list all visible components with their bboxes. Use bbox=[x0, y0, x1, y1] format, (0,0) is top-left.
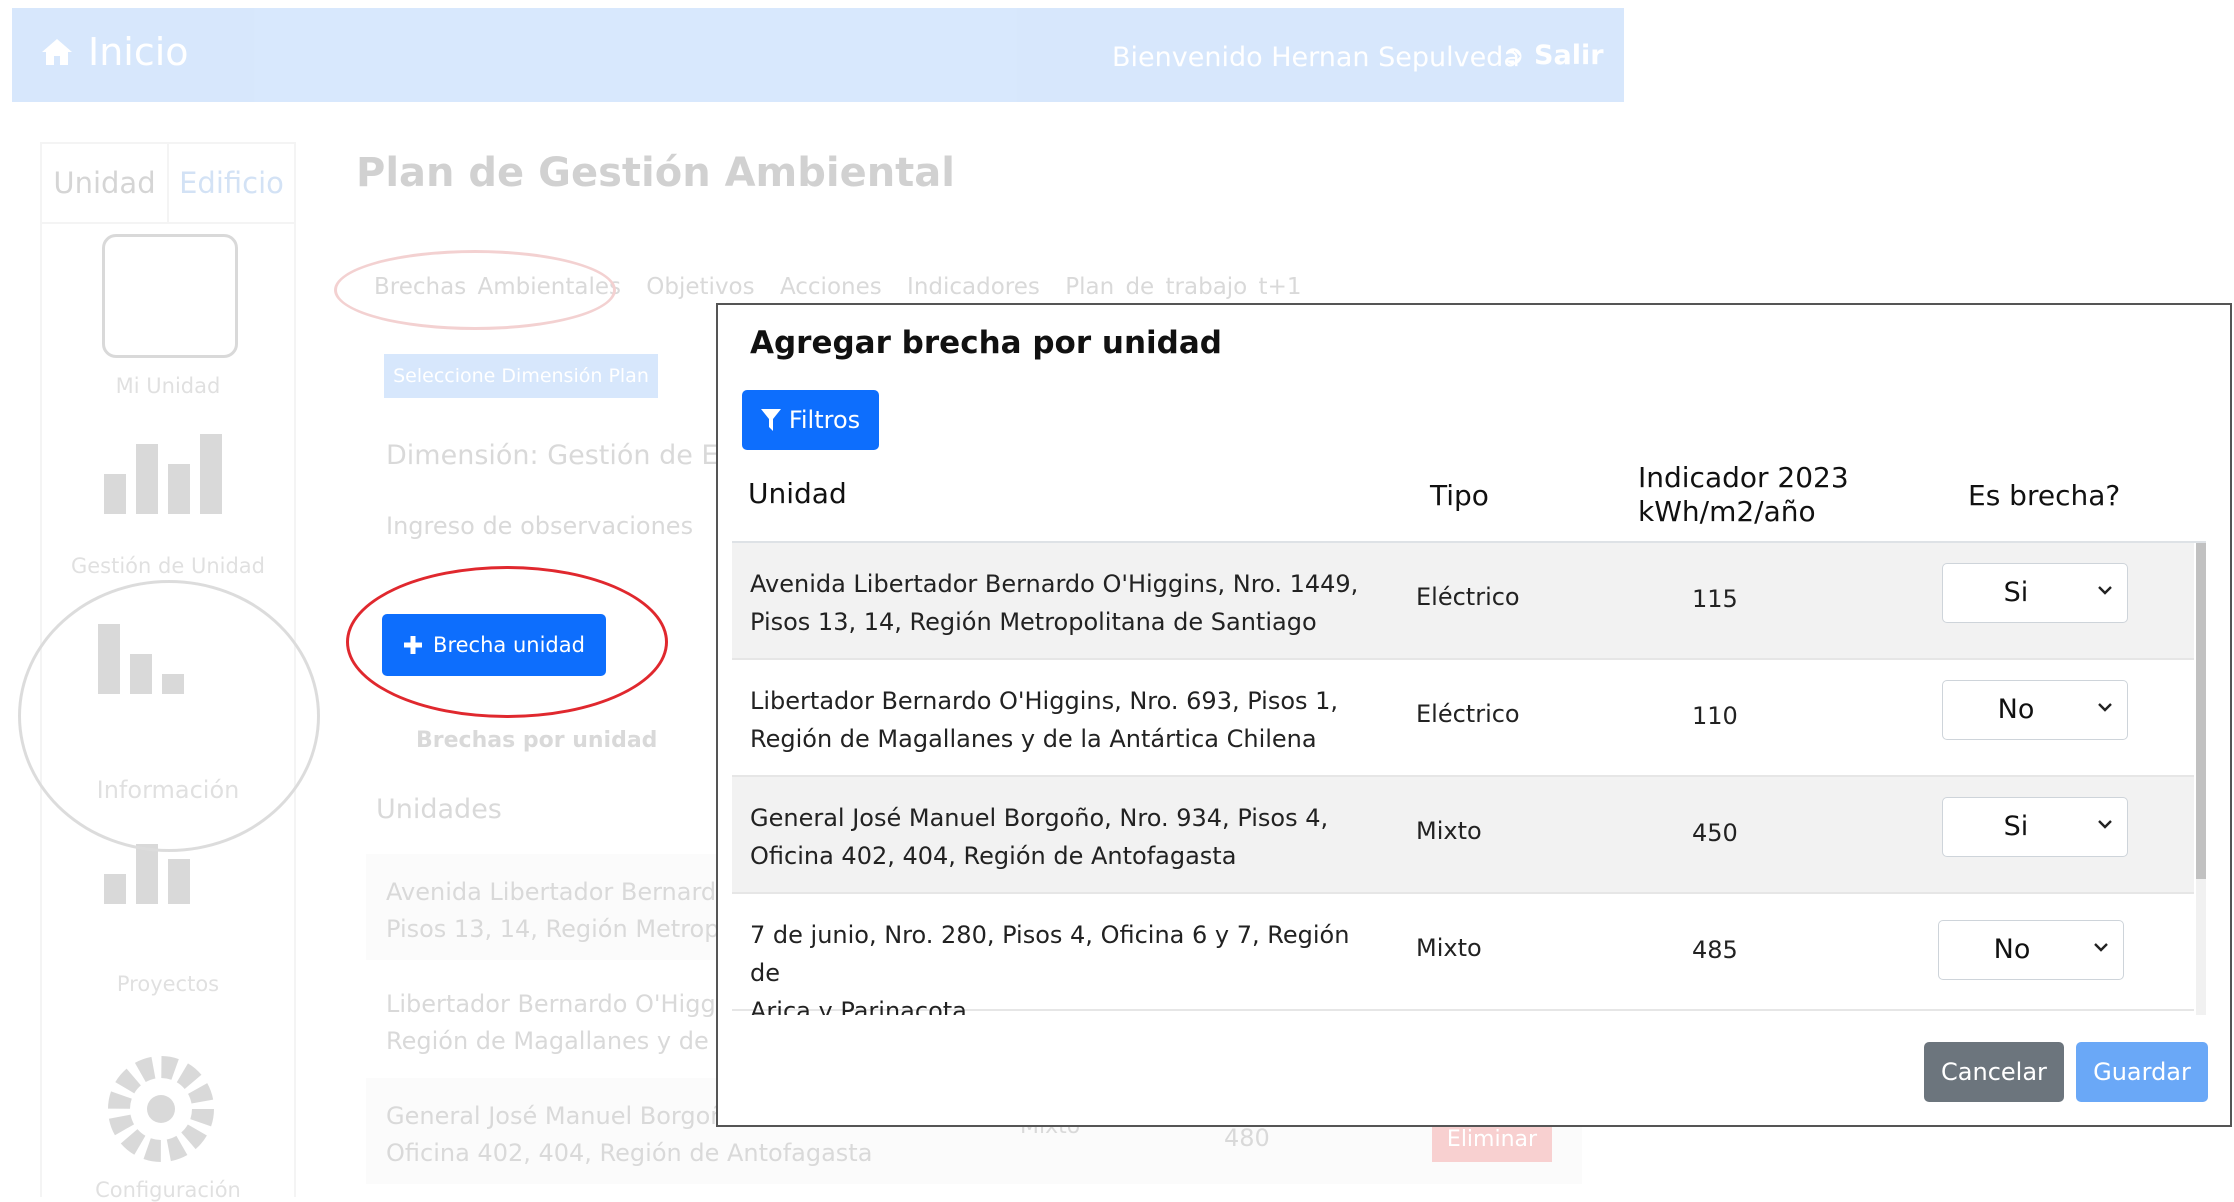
indicator-cell: 110 bbox=[1692, 702, 1738, 730]
sidebar-item-configuracion[interactable]: Configuración bbox=[42, 1178, 294, 1202]
home-label: Inicio bbox=[88, 30, 189, 74]
unit-line: Libertador Bernardo O'Higgins, Nro. 693,… bbox=[750, 687, 1339, 715]
projects-icon bbox=[104, 844, 190, 904]
logout-link[interactable]: ➲ Salir bbox=[1502, 40, 1604, 71]
header-indicator: Indicador 2023 kWh/m2/año bbox=[1638, 461, 1849, 529]
home-icon bbox=[42, 39, 72, 65]
modal-title: Agregar brecha por unidad bbox=[750, 325, 1222, 361]
highlight-ellipse bbox=[334, 250, 616, 330]
is-gap-select[interactable]: No bbox=[1938, 920, 2124, 980]
chevron-down-icon bbox=[2098, 703, 2112, 712]
units-heading: Unidades bbox=[376, 794, 502, 825]
top-navbar: Inicio Bienvenido Hernan Sepulveda ➲ Sal… bbox=[12, 8, 1624, 102]
sidebar-tab-unidad[interactable]: Unidad bbox=[42, 144, 167, 222]
unit-line: Oficina 402, 404, Región de Antofagasta bbox=[750, 842, 1237, 870]
header-indicator-unit: kWh/m2/año bbox=[1638, 495, 1816, 528]
unit-cell: Libertador Bernardo O'Higgins, Nro. 693,… bbox=[750, 682, 1360, 758]
select-dimension-button[interactable]: Seleccione Dimensión Plan bbox=[384, 354, 658, 398]
tab-indicadores[interactable]: Indicadores bbox=[907, 274, 1040, 300]
table-row: General José Manuel Borgoño, Nro. 934, P… bbox=[732, 777, 2194, 894]
highlight-ring bbox=[346, 566, 668, 718]
chevron-down-icon bbox=[2094, 943, 2108, 952]
unit-line: Pisos 13, 14, Región Metropolitana de Sa… bbox=[750, 608, 1317, 636]
bg-row-line: Avenida Libertador Bernardo bbox=[386, 878, 731, 906]
unit-cell: General José Manuel Borgoño, Nro. 934, P… bbox=[750, 799, 1360, 875]
chevron-down-icon bbox=[2098, 820, 2112, 829]
tab-acciones[interactable]: Acciones bbox=[780, 274, 882, 300]
filters-label: Filtros bbox=[788, 406, 861, 434]
is-gap-value: No bbox=[1993, 934, 2031, 965]
filter-icon bbox=[760, 409, 781, 431]
units-table[interactable]: Avenida Libertador Bernardo O'Higgins, N… bbox=[732, 541, 2206, 1015]
add-gap-modal: Agregar brecha por unidad Filtros Unidad… bbox=[716, 303, 2232, 1127]
header-is-gap: Es brecha? bbox=[1968, 479, 2121, 512]
dimension-title: Dimensión: Gestión de En bbox=[386, 440, 736, 471]
logout-icon: ➲ bbox=[1502, 40, 1525, 71]
is-gap-value: Si bbox=[2003, 811, 2029, 842]
type-cell: Mixto bbox=[1416, 817, 1482, 845]
tab-gaps-per-unit[interactable]: Brechas por unidad bbox=[416, 728, 657, 753]
bg-row-line: Región de Magallanes y de la bbox=[386, 1027, 738, 1055]
is-gap-select[interactable]: Si bbox=[1942, 563, 2128, 623]
table-row: 7 de junio, Nro. 280, Pisos 4, Oficina 6… bbox=[732, 894, 2194, 1015]
indicator-cell: 115 bbox=[1692, 585, 1738, 613]
header-unit: Unidad bbox=[748, 477, 847, 510]
highlight-circle bbox=[18, 580, 320, 852]
observations-label: Ingreso de observaciones bbox=[386, 512, 694, 540]
table-row: Libertador Bernardo O'Higgins, Nro. 693,… bbox=[732, 660, 2194, 777]
header-indicator-year: Indicador 2023 bbox=[1638, 461, 1849, 494]
sidebar-item-proyectos[interactable]: Proyectos bbox=[42, 972, 294, 996]
tab-objetivos[interactable]: Objetivos bbox=[646, 274, 754, 300]
is-gap-select[interactable]: No bbox=[1942, 680, 2128, 740]
bg-row-line: Pisos 13, 14, Región Metropol bbox=[386, 915, 741, 943]
page-title: Plan de Gestión Ambiental bbox=[356, 150, 956, 196]
bg-row-line: General José Manuel Borgoño bbox=[386, 1102, 741, 1130]
chevron-down-icon bbox=[2098, 586, 2112, 595]
is-gap-value: No bbox=[1997, 694, 2035, 725]
logout-label: Salir bbox=[1534, 40, 1604, 71]
bg-row-line: Oficina 402, 404, Región de Antofagasta bbox=[386, 1139, 873, 1167]
sidebar-item-gestion[interactable]: Gestión de Unidad bbox=[42, 554, 294, 578]
tab-plan-trabajo[interactable]: Plan de trabajo t+1 bbox=[1065, 274, 1301, 300]
cancel-button[interactable]: Cancelar bbox=[1924, 1042, 2064, 1102]
unit-line: 7 de junio, Nro. 280, Pisos 4, Oficina 6… bbox=[750, 921, 1350, 987]
type-cell: Eléctrico bbox=[1416, 700, 1520, 728]
unit-line: Región de Magallanes y de la Antártica C… bbox=[750, 725, 1317, 753]
unit-cell: Avenida Libertador Bernardo O'Higgins, N… bbox=[750, 565, 1360, 641]
unit-line: General José Manuel Borgoño, Nro. 934, P… bbox=[750, 804, 1329, 832]
type-cell: Eléctrico bbox=[1416, 583, 1520, 611]
indicator-cell: 450 bbox=[1692, 819, 1738, 847]
sidebar-tab-edificio[interactable]: Edificio bbox=[167, 144, 294, 222]
is-gap-value: Si bbox=[2003, 577, 2029, 608]
gear-icon bbox=[108, 1056, 214, 1162]
table-scrollbar[interactable] bbox=[2196, 543, 2206, 1015]
indicator-cell: 485 bbox=[1692, 936, 1738, 964]
table-row: Avenida Libertador Bernardo O'Higgins, N… bbox=[732, 543, 2194, 660]
unit-line: Arica y Parinacota bbox=[750, 997, 967, 1015]
welcome-text: Bienvenido Hernan Sepulveda bbox=[1112, 42, 1520, 73]
filters-button[interactable]: Filtros bbox=[742, 390, 879, 450]
sidebar-item-mi-unidad[interactable]: Mi Unidad bbox=[42, 374, 294, 398]
save-button[interactable]: Guardar bbox=[2076, 1042, 2208, 1102]
scrollbar-thumb[interactable] bbox=[2196, 543, 2206, 879]
bg-row-value: 480 bbox=[1224, 1124, 1270, 1152]
is-gap-select[interactable]: Si bbox=[1942, 797, 2128, 857]
header-type: Tipo bbox=[1430, 479, 1489, 512]
bg-row-line: Libertador Bernardo O'Higgin bbox=[386, 990, 738, 1018]
unit-cell: 7 de junio, Nro. 280, Pisos 4, Oficina 6… bbox=[750, 916, 1360, 1015]
unit-line: Avenida Libertador Bernardo O'Higgins, N… bbox=[750, 570, 1359, 598]
home-link[interactable]: Inicio bbox=[40, 30, 189, 74]
unit-management-icon bbox=[104, 434, 222, 514]
my-unit-icon bbox=[102, 234, 238, 358]
type-cell: Mixto bbox=[1416, 934, 1482, 962]
